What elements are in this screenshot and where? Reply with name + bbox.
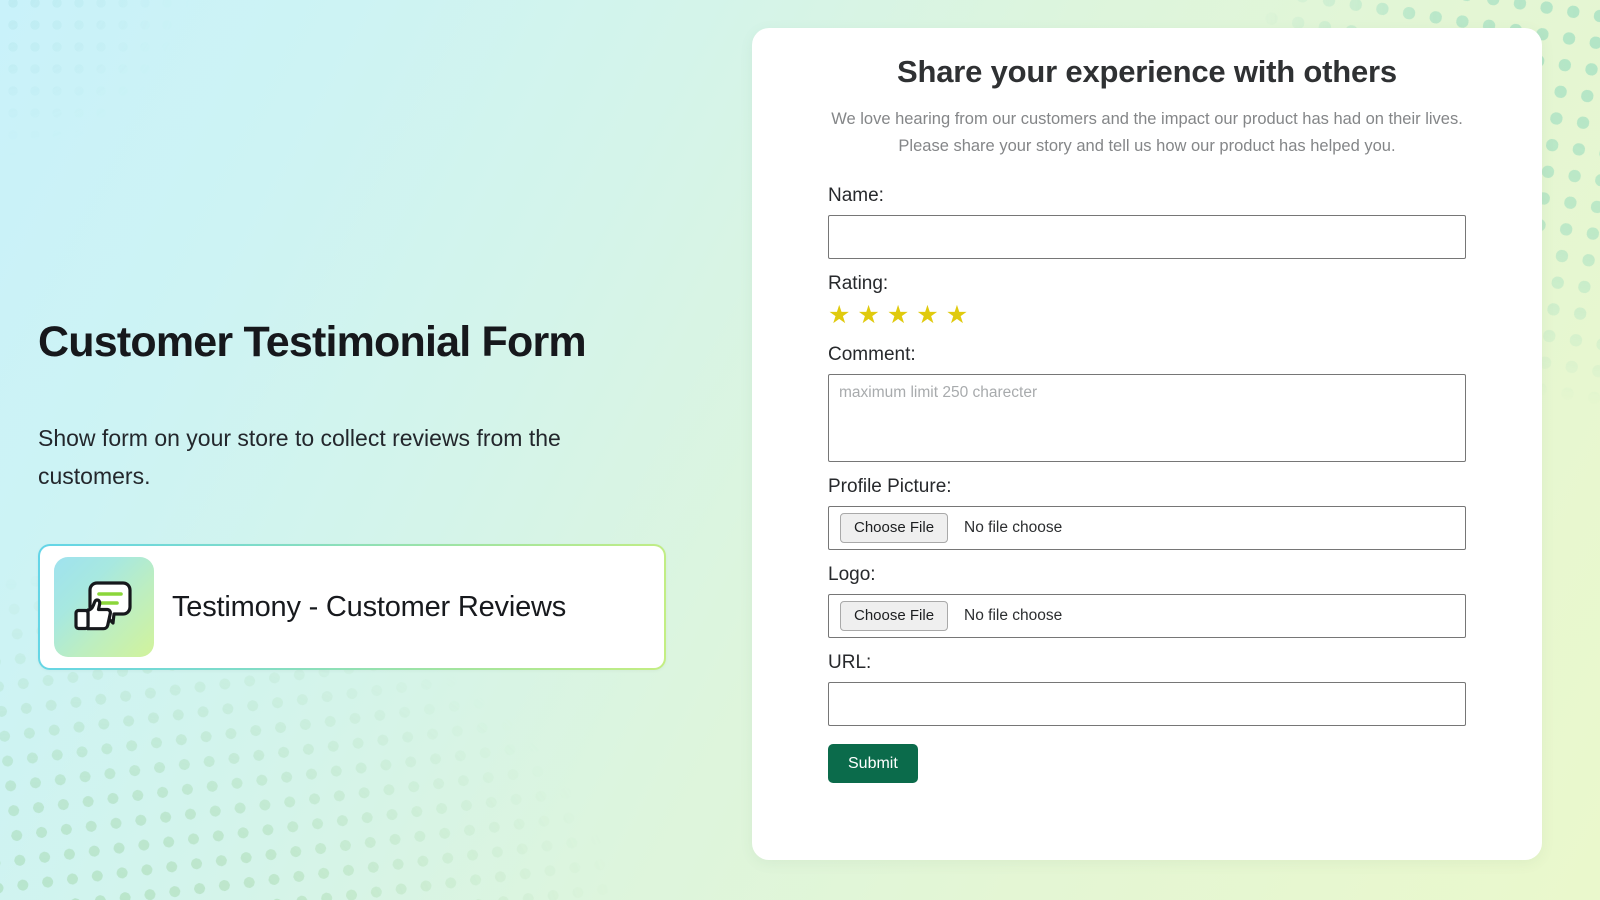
form-body: Name: Rating: ★ ★ ★ ★ ★ Comment: maximum… [828,185,1466,784]
logo-file-input[interactable]: Choose File No file choose [828,593,1466,638]
profile-picture-label: Profile Picture: [828,475,952,497]
logo-label: Logo: [828,563,876,585]
field-logo: Logo: Choose File No file choose [828,564,1466,638]
app-card-testimony[interactable]: Testimony - Customer Reviews [38,544,666,670]
profile-picture-choose-file-button[interactable]: Choose File [840,512,949,543]
field-comment: Comment: [828,344,1466,462]
name-input[interactable] [828,214,1466,259]
comment-textarea[interactable] [828,373,1466,462]
profile-picture-file-status: No file choose [964,518,1063,536]
form-intro-line-2: Please share your story and tell us how … [898,137,1396,156]
star-icon-3[interactable]: ★ [887,302,909,328]
page-root: Customer Testimonial Form Show form on y… [0,0,1600,900]
logo-choose-file-button[interactable]: Choose File [840,600,949,631]
app-card-label: Testimony - Customer Reviews [172,590,567,623]
form-heading: Share your experience with others [897,54,1397,89]
field-name: Name: [828,185,1466,259]
page-title: Customer Testimonial Form [38,318,587,366]
rating-label: Rating: [828,272,889,294]
star-icon-5[interactable]: ★ [946,302,968,328]
promo-column: Customer Testimonial Form Show form on y… [0,0,740,900]
comment-label: Comment: [828,343,916,365]
url-input[interactable] [828,681,1466,726]
url-label: URL: [828,651,872,673]
logo-file-status: No file choose [964,606,1063,624]
field-url: URL: [828,652,1466,726]
form-intro-text: We love hearing from our customers and t… [797,106,1497,161]
star-icon-4[interactable]: ★ [916,302,938,328]
submit-button[interactable]: Submit [828,743,918,784]
star-icon-1[interactable]: ★ [828,302,850,328]
field-profile-picture: Profile Picture: Choose File No file cho… [828,476,1466,550]
thumbs-up-speech-bubble-icon [54,557,154,657]
profile-picture-file-input[interactable]: Choose File No file choose [828,505,1466,550]
name-label: Name: [828,184,884,206]
form-intro-line-1: We love hearing from our customers and t… [831,110,1463,128]
rating-stars[interactable]: ★ ★ ★ ★ ★ [828,302,1466,328]
promo-subtitle: Show form on your store to collect revie… [38,425,561,489]
testimonial-form-card: Share your experience with others We lov… [752,28,1542,860]
star-icon-2[interactable]: ★ [857,302,879,328]
field-rating: Rating: ★ ★ ★ ★ ★ [828,273,1466,328]
